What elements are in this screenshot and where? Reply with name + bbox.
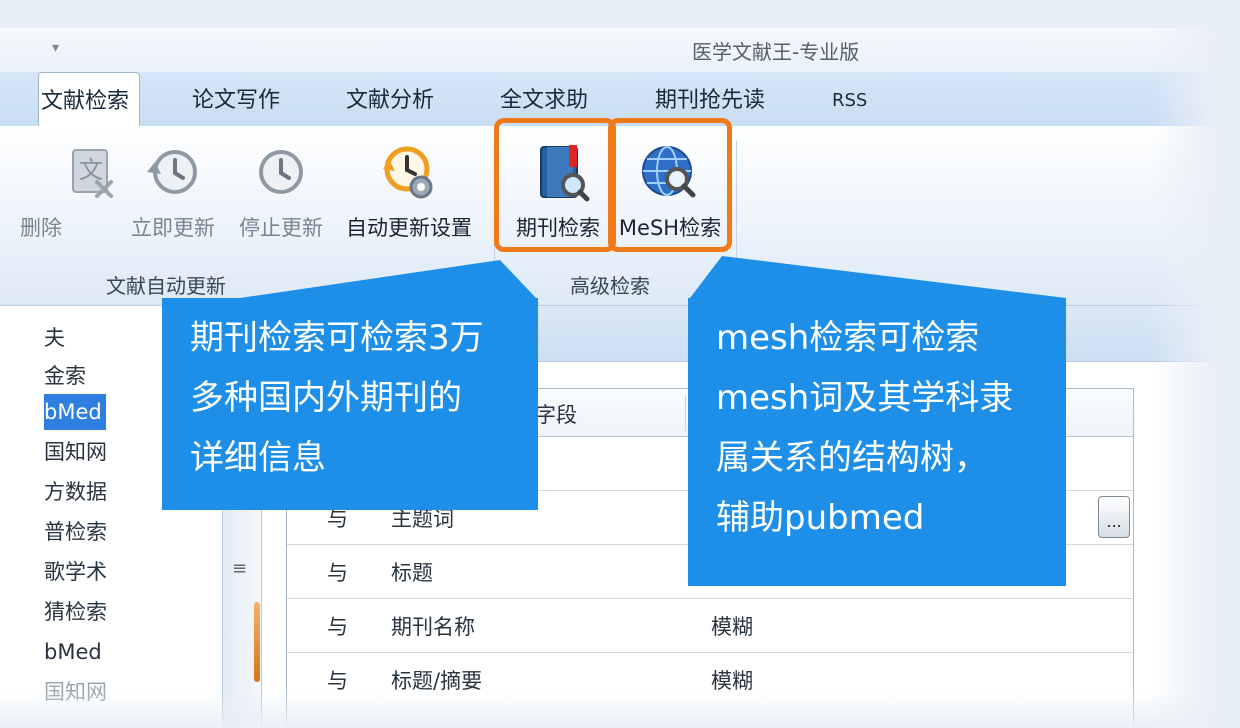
callout-line: 属关系的结构树， xyxy=(716,438,988,478)
mesh-search-callout: mesh检索可检索 mesh词及其学科隶 属关系的结构树， 辅助pubmed xyxy=(688,298,1066,586)
journal-callout-pointer xyxy=(240,260,536,298)
callout-line: 详细信息 xyxy=(190,438,326,478)
callout-line: 多种国内外期刊的 xyxy=(190,378,462,418)
edge-fade xyxy=(1150,0,1240,728)
mesh-callout-pointer xyxy=(690,256,1066,298)
callout-line: mesh检索可检索 xyxy=(716,318,980,358)
edge-fade xyxy=(0,690,1240,728)
callout-line: 辅助pubmed xyxy=(716,498,925,538)
callout-line: mesh词及其学科隶 xyxy=(716,378,1014,418)
app-window: ▾ 医学文献王-专业版 文献检索 论文写作 文献分析 全文求助 期刊抢先读 RS… xyxy=(0,0,1240,728)
journal-search-callout: 期刊检索可检索3万 多种国内外期刊的 详细信息 xyxy=(162,298,538,510)
callout-line: 期刊检索可检索3万 xyxy=(190,318,484,358)
